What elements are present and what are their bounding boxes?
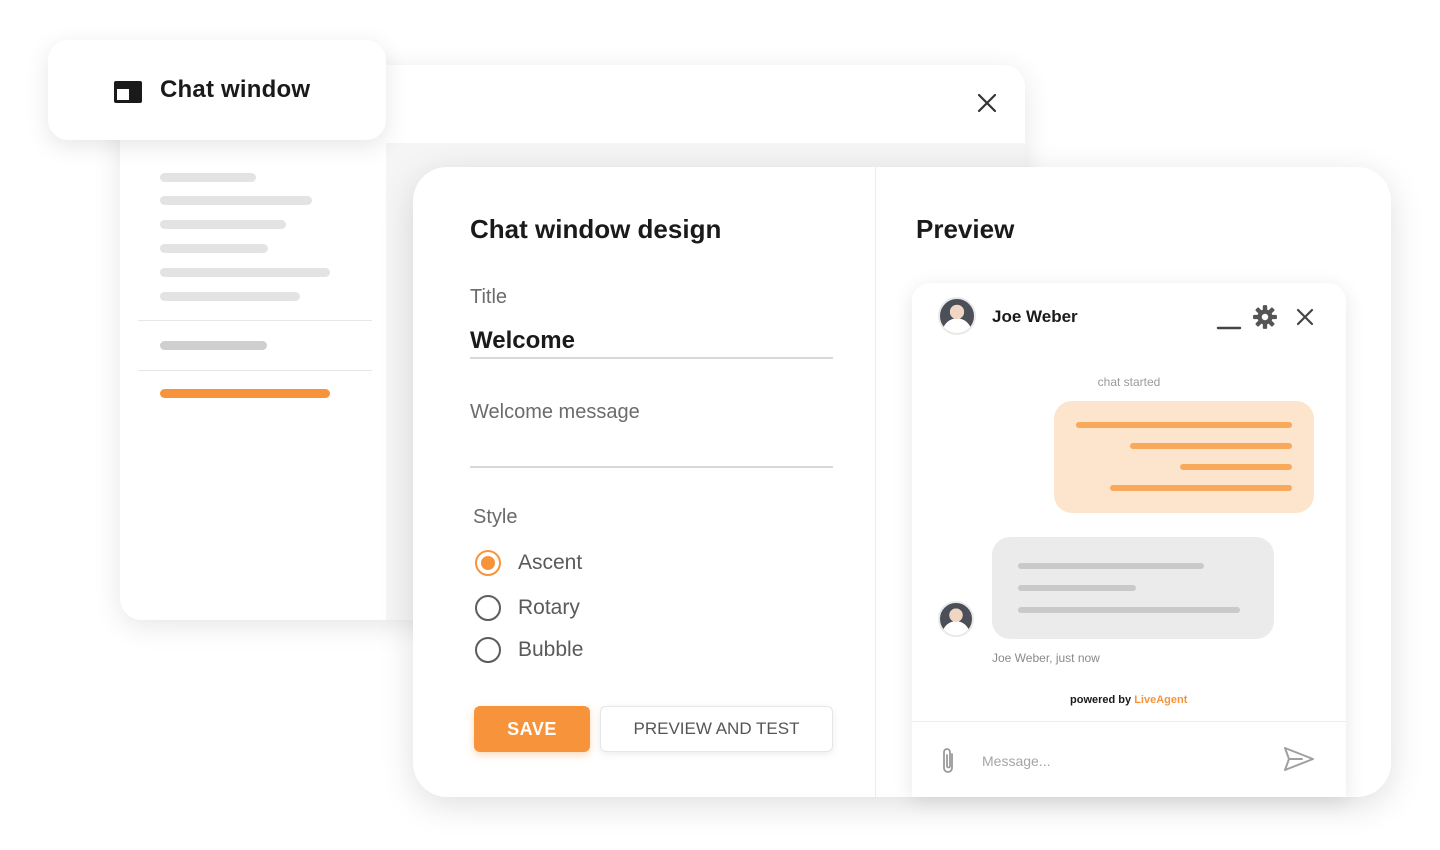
design-heading: Chat window design: [470, 214, 722, 244]
background-sidebar: [120, 143, 387, 620]
style-label: Style: [473, 506, 518, 528]
active-item-indicator[interactable]: [160, 389, 330, 398]
chat-window-design-panel: Chat window design Title Welcome Welcome…: [413, 167, 1391, 797]
powered-by-prefix: powered by: [1070, 694, 1132, 706]
preview-heading: Preview: [916, 214, 1015, 244]
radio-bubble[interactable]: [475, 637, 501, 663]
message-line: [1018, 563, 1204, 569]
incoming-message-bubble: [992, 537, 1274, 639]
chat-window-tab[interactable]: Chat window: [48, 40, 386, 140]
radio-label-rotary: Rotary: [518, 596, 580, 619]
brand-name[interactable]: LiveAgent: [1134, 694, 1187, 706]
outgoing-message-bubble: [1054, 401, 1314, 513]
chat-started-label: chat started: [1097, 375, 1161, 389]
message-composer: [912, 721, 1346, 797]
preview-and-test-button[interactable]: PREVIEW AND TEST: [600, 706, 833, 752]
message-line: [1018, 585, 1136, 591]
skeleton-line: [160, 341, 267, 350]
window-icon: [114, 81, 142, 103]
divider: [138, 370, 372, 371]
title-label: Title: [470, 286, 508, 308]
radio-label-ascent: Ascent: [518, 551, 583, 574]
skeleton-line: [160, 196, 312, 205]
message-line: [1076, 422, 1292, 428]
chat-widget-preview: Joe Weber chat started Joe Weber, just n…: [912, 283, 1346, 797]
skeleton-line: [160, 220, 286, 229]
agent-name: Joe Weber: [992, 307, 1078, 326]
avatar: [938, 297, 976, 335]
skeleton-line: [160, 244, 268, 253]
powered-by: powered by LiveAgent: [1070, 694, 1187, 706]
gear-icon[interactable]: [1252, 304, 1278, 330]
welcome-message-input[interactable]: [470, 429, 833, 459]
message-input[interactable]: [980, 748, 1264, 774]
radio-rotary[interactable]: [475, 595, 501, 621]
avatar: [938, 601, 974, 637]
send-icon[interactable]: [1282, 744, 1316, 774]
close-icon[interactable]: [973, 89, 1001, 117]
radio-ascent[interactable]: [475, 550, 501, 576]
skeleton-line: [160, 173, 256, 182]
radio-label-bubble: Bubble: [518, 638, 584, 661]
skeleton-line: [160, 268, 330, 277]
title-input[interactable]: Welcome: [470, 327, 575, 355]
message-line: [1018, 607, 1240, 613]
message-line: [1180, 464, 1292, 470]
message-meta: Joe Weber, just now: [992, 651, 1100, 665]
minimize-icon[interactable]: [1216, 307, 1242, 331]
message-line: [1110, 485, 1292, 491]
close-icon[interactable]: [1294, 306, 1316, 328]
divider: [875, 167, 876, 797]
welcome-message-underline: [470, 466, 833, 468]
paperclip-icon[interactable]: [938, 746, 958, 776]
save-button[interactable]: SAVE: [474, 706, 590, 752]
tab-label: Chat window: [160, 76, 311, 103]
title-underline: [470, 357, 833, 359]
message-line: [1130, 443, 1292, 449]
divider: [138, 320, 372, 321]
welcome-message-label: Welcome message: [470, 401, 640, 423]
skeleton-line: [160, 292, 300, 301]
